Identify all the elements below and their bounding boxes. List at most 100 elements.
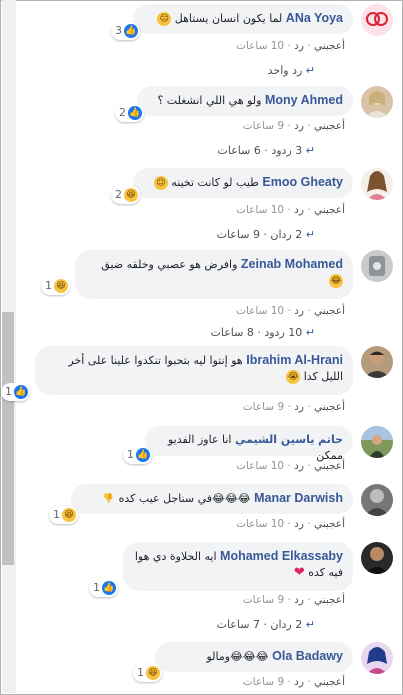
reaction-count: 1 (5, 385, 12, 398)
like-link[interactable]: أعجبني (314, 204, 345, 216)
comment-item: Mony Ahmed ولو هي اللي انشغلت ؟ 2 👍 أعجب… (8, 86, 393, 166)
comment-item: Manar Darwish 😂😂😂في سناجل عيب كده 👎 1 😆 … (8, 484, 393, 536)
comment-bubble: Manar Darwish 😂😂😂في سناجل عيب كده 👎 1 😆 (49, 484, 353, 524)
reply-link[interactable]: رد (294, 518, 304, 530)
heart-emoji-icon: ❤ (293, 565, 305, 580)
reply-link[interactable]: رد (294, 120, 304, 132)
replies-link[interactable]: ↵ رد واحد (268, 64, 315, 77)
comment-bubble: حاتم ياسين الشيمي انا عاوز الفديو ممكن 1… (123, 426, 353, 464)
timestamp[interactable]: 10 ساعات (236, 204, 284, 216)
avatar[interactable] (361, 86, 393, 118)
reaction-summary[interactable]: 1 👍 (89, 579, 118, 597)
comment-author[interactable]: Emoo Gheaty (262, 175, 343, 189)
reply-arrow-icon: ↵ (305, 64, 315, 77)
like-link[interactable]: أعجبني (314, 518, 345, 530)
comment-text: وافرض هو عصبي وخلقه ضيق (101, 258, 238, 271)
comment-bubble: Mohamed Elkassaby ايه الحلاوة دي هوا فيه… (89, 542, 353, 597)
like-link[interactable]: أعجبني (314, 401, 345, 413)
timestamp[interactable]: 9 ساعات (243, 676, 284, 688)
comment-author[interactable]: Ibrahim Al-Hrani (246, 353, 343, 367)
reply-link[interactable]: رد (294, 204, 304, 216)
comment-actions: أعجبني · رد · 10 ساعات (236, 204, 345, 216)
comment-actions: أعجبني · رد · 10 ساعات (236, 518, 345, 530)
comment-item: Ibrahim Al-Hrani هو إنتوا ليه بتحبوا تنك… (1, 346, 393, 416)
replies-link[interactable]: ↵ 10 ردود · 8 ساعات (211, 326, 315, 339)
reaction-summary[interactable]: 1 😆 (133, 664, 162, 682)
comment-bubble: Zeinab Mohamed وافرض هو عصبي وخلقه ضيق 😂… (41, 250, 353, 299)
replies-link[interactable]: ↵ 2 ردان · 9 ساعات (217, 228, 315, 241)
comment-item: Emoo Gheaty طيب لو كانت تخينه 😉 2 😆 أعجب… (8, 168, 393, 250)
reaction-summary[interactable]: 2 👍 (115, 104, 144, 122)
replies-link[interactable]: ↵ 3 ردود · 6 ساعات (218, 144, 315, 157)
comment-item: ANa Yoya لما يكون انسان يستاهل 😑 3 👍 أعج… (8, 4, 393, 84)
reaction-summary[interactable]: 1 👍 (1, 383, 30, 401)
reaction-count: 1 (45, 279, 52, 292)
reply-arrow-icon: ↵ (305, 326, 315, 339)
reaction-count: 1 (137, 666, 144, 679)
reaction-summary[interactable]: 1 😆 (41, 277, 70, 295)
comment-author[interactable]: ANa Yoya (286, 11, 343, 25)
comment-item: Ola Badawy 😂😂😂ومالو 1 😆 أعجبني · رد · 9 … (8, 642, 393, 694)
reply-link[interactable]: رد (294, 401, 304, 413)
timestamp[interactable]: 10 ساعات (236, 305, 284, 317)
avatar[interactable] (361, 542, 393, 574)
comment-bubble: Mony Ahmed ولو هي اللي انشغلت ؟ 2 👍 (115, 86, 353, 122)
reply-link[interactable]: رد (294, 40, 304, 52)
comment-text: ولو هي اللي انشغلت ؟ (157, 94, 262, 107)
comment-actions: أعجبني · رد · 9 ساعات (242, 594, 345, 606)
comment-actions: أعجبني · رد · 10 ساعات (236, 460, 345, 472)
reaction-count: 2 (119, 106, 126, 119)
comment-author[interactable]: حاتم ياسين الشيمي (235, 433, 343, 446)
reaction-summary[interactable]: 2 😆 (111, 186, 140, 204)
reaction-summary[interactable]: 1 😆 (49, 506, 78, 524)
reply-link[interactable]: رد (294, 676, 304, 688)
comment-actions: أعجبني · رد · 9 ساعات (242, 676, 345, 688)
avatar[interactable] (361, 168, 393, 200)
like-link[interactable]: أعجبني (314, 594, 345, 606)
comment-actions: أعجبني · رد · 10 ساعات (236, 305, 345, 317)
avatar[interactable] (361, 426, 393, 458)
like-reaction-icon: 👍 (128, 106, 142, 120)
comment-author[interactable]: Zeinab Mohamed (241, 257, 343, 271)
comment-author[interactable]: Manar Darwish (254, 491, 343, 505)
comment-author[interactable]: Mohamed Elkassaby (220, 549, 343, 563)
reaction-summary[interactable]: 1 👍 (123, 446, 152, 464)
reaction-count: 3 (115, 24, 122, 37)
neutral-face-emoji-icon: 😑 (157, 12, 172, 26)
avatar[interactable] (361, 346, 393, 378)
reply-link[interactable]: رد (294, 594, 304, 606)
like-link[interactable]: أعجبني (314, 305, 345, 317)
comment-bubble: Ibrahim Al-Hrani هو إنتوا ليه بتحبوا تنك… (1, 346, 353, 401)
comment-item: حاتم ياسين الشيمي انا عاوز الفديو ممكن 1… (8, 426, 393, 478)
reply-link[interactable]: رد (294, 305, 304, 317)
timestamp[interactable]: 9 ساعات (243, 120, 284, 132)
timestamp[interactable]: 10 ساعات (236, 40, 284, 52)
like-link[interactable]: أعجبني (314, 676, 345, 688)
comment-item: Zeinab Mohamed وافرض هو عصبي وخلقه ضيق 😂… (8, 250, 393, 342)
crying-emoji-icon: 😭 (286, 370, 301, 384)
comment-author[interactable]: Ola Badawy (272, 649, 343, 663)
haha-reaction-icon: 😆 (124, 188, 138, 202)
like-link[interactable]: أعجبني (314, 120, 345, 132)
reply-link[interactable]: رد (294, 460, 304, 472)
avatar[interactable] (361, 4, 393, 36)
reaction-summary[interactable]: 3 👍 (111, 22, 140, 40)
timestamp[interactable]: 10 ساعات (236, 460, 284, 472)
comment-author[interactable]: Mony Ahmed (265, 93, 343, 107)
reply-arrow-icon: ↵ (305, 228, 315, 241)
like-reaction-icon: 👍 (14, 385, 28, 399)
comment-bubble: Ola Badawy 😂😂😂ومالو 1 😆 (133, 642, 353, 682)
replies-link[interactable]: ↵ 2 ردان · 7 ساعات (217, 618, 315, 631)
like-link[interactable]: أعجبني (314, 460, 345, 472)
laughing-emoji-icon: 😂 (329, 274, 343, 288)
timestamp[interactable]: 10 ساعات (236, 518, 284, 530)
timestamp[interactable]: 9 ساعات (243, 401, 284, 413)
thumbs-down-emoji-icon: 👎 (102, 494, 114, 504)
avatar[interactable] (361, 250, 393, 282)
comment-actions: أعجبني · رد · 10 ساعات (236, 40, 345, 52)
timestamp[interactable]: 9 ساعات (243, 594, 284, 606)
avatar[interactable] (361, 484, 393, 516)
avatar[interactable] (361, 642, 393, 674)
like-link[interactable]: أعجبني (314, 40, 345, 52)
comment-text: 😂😂😂في سناجل عيب كده (118, 492, 251, 505)
